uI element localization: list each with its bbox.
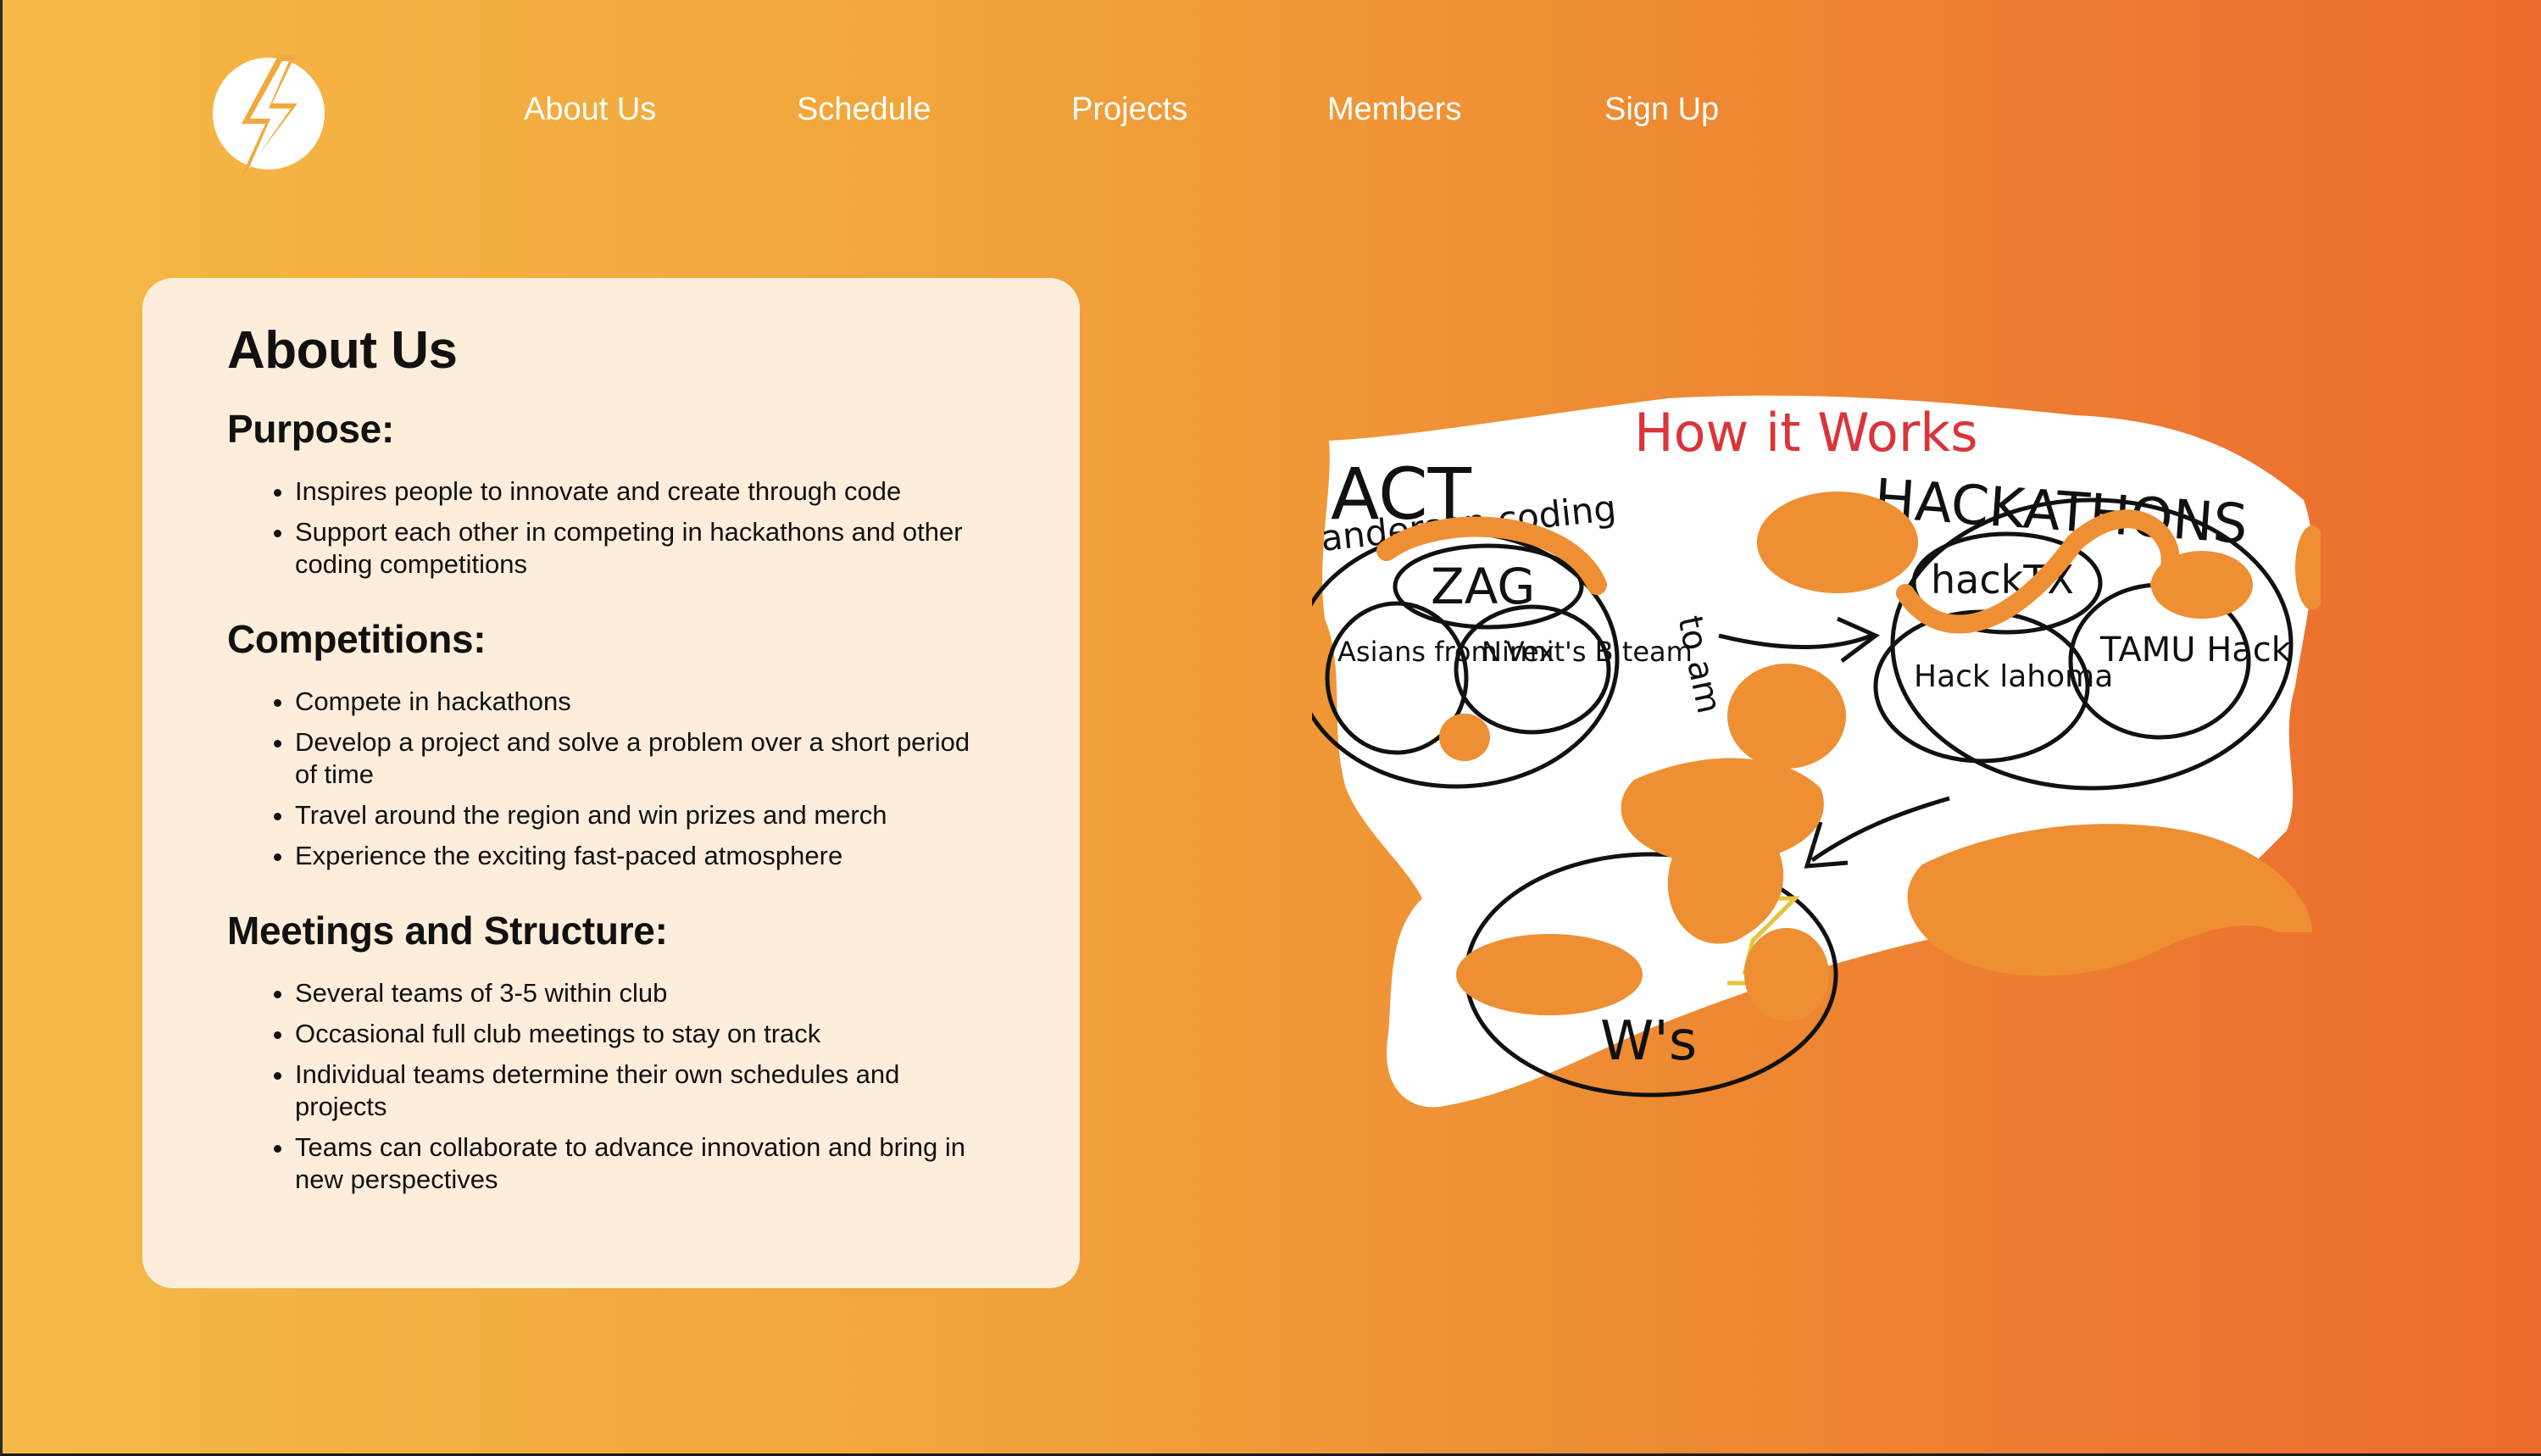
- competitions-heading: Competitions:: [227, 617, 487, 661]
- list-item: Compete in hackathons: [295, 686, 995, 718]
- nav-about-us[interactable]: About Us: [524, 92, 656, 128]
- meetings-list: Several teams of 3-5 within club Occasio…: [227, 977, 995, 1196]
- purpose-heading: Purpose:: [227, 407, 394, 451]
- nav-members[interactable]: Members: [1327, 92, 1461, 128]
- list-item: Teams can collaborate to advance innovat…: [295, 1131, 995, 1196]
- club-logo[interactable]: [209, 53, 328, 180]
- list-item: Travel around the region and win prizes …: [295, 799, 995, 831]
- competitions-list: Compete in hackathons Develop a project …: [227, 686, 995, 872]
- meetings-heading: Meetings and Structure:: [227, 909, 668, 953]
- list-item: Individual teams determine their own sch…: [295, 1059, 995, 1123]
- purpose-list: Inspires people to innovate and create t…: [227, 475, 995, 581]
- about-title: About Us: [227, 321, 458, 380]
- event-tamu-label: TAMU Hack: [2099, 631, 2292, 670]
- list-item: Inspires people to innovate and create t…: [295, 475, 995, 508]
- list-item: Several teams of 3-5 within club: [295, 977, 995, 1009]
- list-item: Occasional full club meetings to stay on…: [295, 1018, 995, 1050]
- list-item: Experience the exciting fast-paced atmos…: [295, 840, 995, 872]
- nav-projects[interactable]: Projects: [1071, 92, 1187, 128]
- team-nirmit-label: Nirmit's B team: [1482, 636, 1693, 668]
- event-hacklahoma-label: Hack lahoma: [1914, 659, 2113, 694]
- nav-sign-up[interactable]: Sign Up: [1604, 92, 1719, 128]
- about-card: About Us Purpose: Inspires people to inn…: [142, 278, 1080, 1288]
- list-item: Support each other in competing in hacka…: [295, 516, 995, 581]
- wins-label: W's: [1600, 1010, 1697, 1073]
- how-it-works-illustration: How it Works ACT anderson coding to am Z…: [1293, 395, 2329, 1108]
- how-it-works-diagram: How it Works ACT anderson coding to am Z…: [1293, 390, 2329, 1120]
- lightning-bolt-icon: [213, 54, 325, 180]
- nav-schedule[interactable]: Schedule: [797, 92, 931, 128]
- list-item: Develop a project and solve a problem ov…: [295, 726, 995, 791]
- diagram-title: How it Works: [1634, 402, 1978, 464]
